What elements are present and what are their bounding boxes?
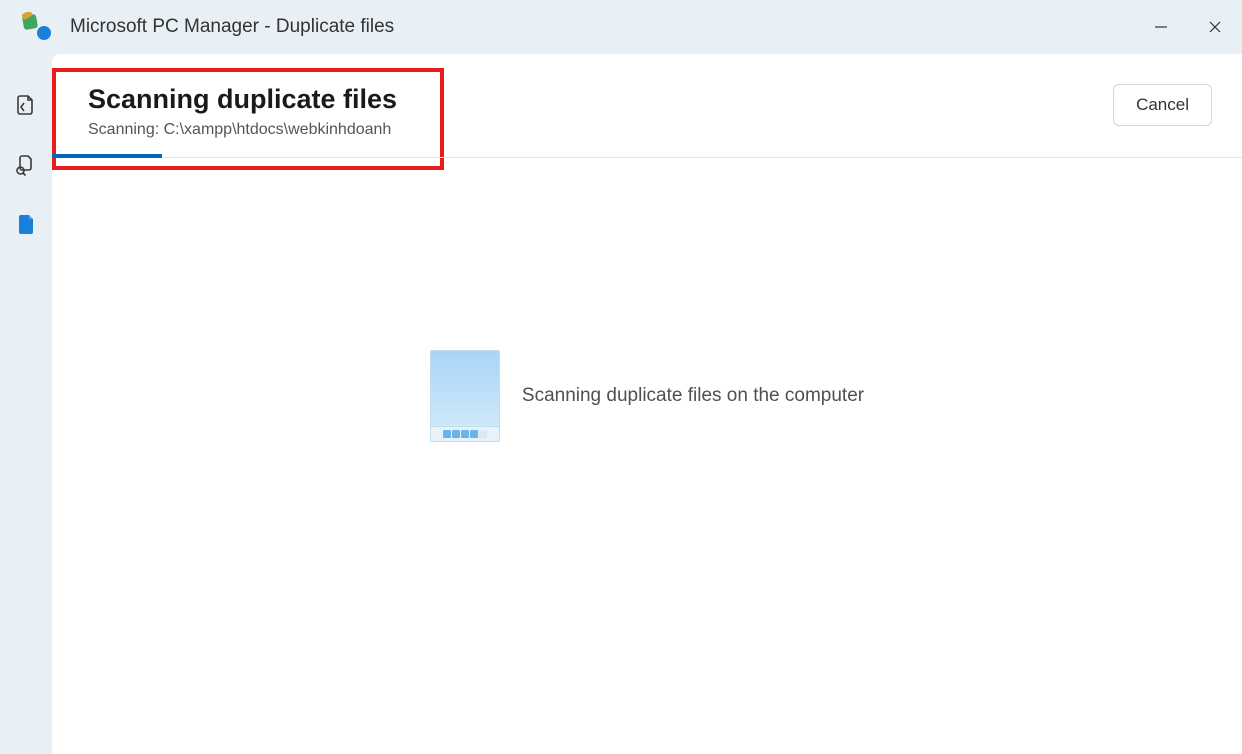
page-title: Scanning duplicate files [88,84,1113,115]
sidebar-item-duplicate[interactable] [15,214,37,236]
sidebar-item-search-files[interactable] [15,154,37,176]
sidebar-item-files[interactable] [15,94,37,116]
scan-status-text: Scanning duplicate files on the computer [522,385,864,407]
minimize-button[interactable] [1134,0,1188,54]
scan-path-text: Scanning: C:\xampp\htdocs\webkinhdoanh [88,121,1113,139]
scan-status: Scanning duplicate files on the computer [430,350,864,442]
main-area: Scanning duplicate files Scanning: C:\xa… [0,54,1242,754]
app-logo-icon [22,12,52,42]
content-panel: Scanning duplicate files Scanning: C:\xa… [52,54,1242,754]
close-button[interactable] [1188,0,1242,54]
sidebar [0,54,52,754]
header-section: Scanning duplicate files Scanning: C:\xa… [52,54,1242,158]
header-text: Scanning duplicate files Scanning: C:\xa… [88,84,1113,139]
cancel-button[interactable]: Cancel [1113,84,1212,126]
window-title: Microsoft PC Manager - Duplicate files [70,16,394,38]
progress-bar [52,154,162,158]
titlebar: Microsoft PC Manager - Duplicate files [0,0,1242,54]
titlebar-controls [1134,0,1242,54]
body-section: Scanning duplicate files on the computer [52,158,1242,754]
scanner-icon [430,350,500,442]
